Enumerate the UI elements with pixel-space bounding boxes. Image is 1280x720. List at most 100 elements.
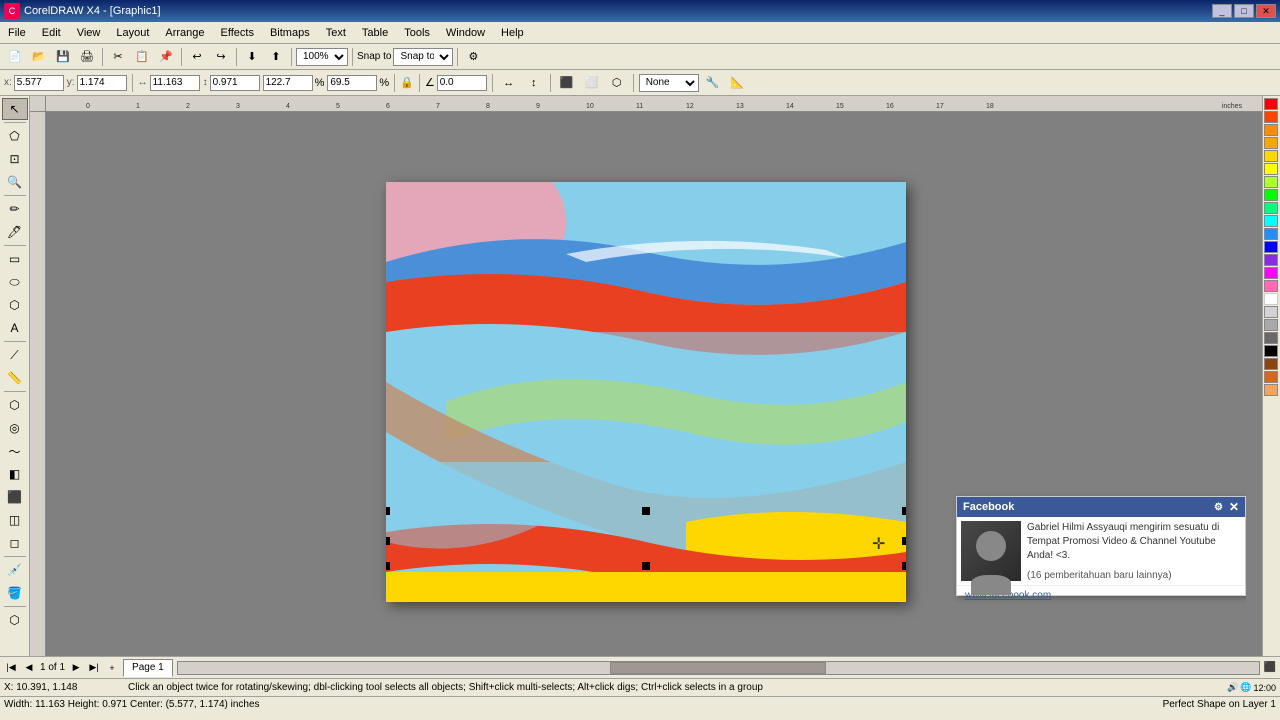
canvas-surface[interactable]: ✛ Facebook ⚙ ✕ bbox=[46, 112, 1246, 656]
palette-color-pink[interactable] bbox=[1264, 280, 1278, 292]
palette-color-saddlebrown[interactable] bbox=[1264, 358, 1278, 370]
copy-button[interactable]: 📋 bbox=[131, 47, 153, 67]
envelope-tool[interactable]: ⬛ bbox=[2, 486, 28, 508]
undo-button[interactable]: ↩ bbox=[186, 47, 208, 67]
extra-btn1[interactable]: 🔧 bbox=[702, 73, 724, 93]
palette-color-dodgerblue[interactable] bbox=[1264, 228, 1278, 240]
ellipse-tool[interactable]: ⬭ bbox=[2, 271, 28, 293]
handle-tl[interactable] bbox=[386, 507, 390, 515]
palette-color-springgreen[interactable] bbox=[1264, 202, 1278, 214]
none-select[interactable]: None bbox=[639, 74, 699, 92]
paste-button[interactable]: 📌 bbox=[155, 47, 177, 67]
menu-table[interactable]: Table bbox=[354, 25, 396, 41]
palette-color-chocolate[interactable] bbox=[1264, 371, 1278, 383]
measure-tool[interactable]: 📏 bbox=[2, 367, 28, 389]
menu-file[interactable]: File bbox=[0, 25, 34, 41]
palette-color-gray[interactable] bbox=[1264, 319, 1278, 331]
menu-arrange[interactable]: Arrange bbox=[157, 25, 212, 41]
distort-tool[interactable]: 〜 bbox=[2, 440, 28, 462]
menu-edit[interactable]: Edit bbox=[34, 25, 69, 41]
palette-color-blue[interactable] bbox=[1264, 241, 1278, 253]
palette-color-orange[interactable] bbox=[1264, 124, 1278, 136]
contour-tool[interactable]: ◎ bbox=[2, 417, 28, 439]
connector-tool[interactable]: ⟋ bbox=[2, 344, 28, 366]
palette-color-tan[interactable] bbox=[1264, 384, 1278, 396]
palette-color-lightorange[interactable] bbox=[1264, 137, 1278, 149]
menu-window[interactable]: Window bbox=[438, 25, 493, 41]
menu-bitmaps[interactable]: Bitmaps bbox=[262, 25, 318, 41]
crop-tool[interactable]: ⊡ bbox=[2, 148, 28, 170]
page-tab-1[interactable]: Page 1 bbox=[123, 659, 173, 677]
handle-br[interactable] bbox=[902, 562, 906, 570]
blend-tool[interactable]: ⬡ bbox=[2, 394, 28, 416]
palette-color-green[interactable] bbox=[1264, 189, 1278, 201]
export-button[interactable]: ⬆ bbox=[265, 47, 287, 67]
transform-button[interactable]: ⬡ bbox=[606, 73, 628, 93]
palette-color-cyan[interactable] bbox=[1264, 215, 1278, 227]
handle-bl[interactable] bbox=[386, 562, 390, 570]
palette-color-gold[interactable] bbox=[1264, 150, 1278, 162]
minimize-button[interactable]: _ bbox=[1212, 4, 1232, 18]
redo-button[interactable]: ↪ bbox=[210, 47, 232, 67]
freehand-tool[interactable]: ✏ bbox=[2, 198, 28, 220]
shape-tool[interactable]: ⬠ bbox=[2, 125, 28, 147]
add-page-button[interactable]: + bbox=[105, 661, 119, 675]
extra-btn2[interactable]: 📐 bbox=[727, 73, 749, 93]
maximize-button[interactable]: □ bbox=[1234, 4, 1254, 18]
cut-button[interactable]: ✂ bbox=[107, 47, 129, 67]
zoom-select[interactable]: 100% 75% 50% 200% bbox=[296, 48, 348, 66]
next-page-button[interactable]: ▶ bbox=[69, 661, 83, 675]
handle-tr[interactable] bbox=[902, 507, 906, 515]
palette-color-red[interactable] bbox=[1264, 98, 1278, 110]
w-percent-input[interactable] bbox=[263, 75, 313, 91]
palette-color-lightgray[interactable] bbox=[1264, 306, 1278, 318]
open-button[interactable]: 📂 bbox=[28, 47, 50, 67]
mirror-v-button[interactable]: ↕ bbox=[523, 73, 545, 93]
handle-tc[interactable] bbox=[642, 507, 650, 515]
palette-color-orangered[interactable] bbox=[1264, 111, 1278, 123]
x-input[interactable] bbox=[14, 75, 64, 91]
fill-tool[interactable]: 🪣 bbox=[2, 582, 28, 604]
distribute-button[interactable]: ⬜ bbox=[581, 73, 603, 93]
smartdraw-tool[interactable]: 🖊 bbox=[2, 221, 28, 243]
menu-text[interactable]: Text bbox=[318, 25, 354, 41]
menu-effects[interactable]: Effects bbox=[213, 25, 262, 41]
options-button[interactable]: ⚙ bbox=[462, 47, 484, 67]
rectangle-tool[interactable]: ▭ bbox=[2, 248, 28, 270]
h-percent-input[interactable] bbox=[327, 75, 377, 91]
last-page-button[interactable]: ▶| bbox=[87, 661, 101, 675]
save-button[interactable]: 💾 bbox=[52, 47, 74, 67]
horizontal-scrollbar[interactable] bbox=[177, 661, 1260, 675]
prev-page-button[interactable]: ◀ bbox=[22, 661, 36, 675]
menu-view[interactable]: View bbox=[69, 25, 109, 41]
close-button[interactable]: ✕ bbox=[1256, 4, 1276, 18]
palette-color-purple[interactable] bbox=[1264, 254, 1278, 266]
import-button[interactable]: ⬇ bbox=[241, 47, 263, 67]
palette-color-white[interactable] bbox=[1264, 293, 1278, 305]
zoom-tool[interactable]: 🔍 bbox=[2, 171, 28, 193]
menu-layout[interactable]: Layout bbox=[108, 25, 157, 41]
y-input[interactable] bbox=[77, 75, 127, 91]
height-input[interactable] bbox=[210, 75, 260, 91]
width-input[interactable] bbox=[150, 75, 200, 91]
text-tool[interactable]: A bbox=[2, 317, 28, 339]
handle-mr[interactable] bbox=[902, 537, 906, 545]
snap-to-select[interactable]: Snap to bbox=[393, 48, 453, 66]
print-button[interactable]: 🖨 bbox=[76, 47, 98, 67]
menu-help[interactable]: Help bbox=[493, 25, 532, 41]
extrude-tool[interactable]: ◫ bbox=[2, 509, 28, 531]
angle-input[interactable] bbox=[437, 75, 487, 91]
shadow-tool[interactable]: ◧ bbox=[2, 463, 28, 485]
palette-color-darkgray[interactable] bbox=[1264, 332, 1278, 344]
transparency-tool[interactable]: ◻ bbox=[2, 532, 28, 554]
menu-tools[interactable]: Tools bbox=[396, 25, 438, 41]
new-button[interactable]: 📄 bbox=[4, 47, 26, 67]
palette-color-magenta[interactable] bbox=[1264, 267, 1278, 279]
handle-ml[interactable] bbox=[386, 537, 390, 545]
polygon-tool[interactable]: ⬡ bbox=[2, 294, 28, 316]
first-page-button[interactable]: |◀ bbox=[4, 661, 18, 675]
canvas-area[interactable]: 0 1 2 3 4 5 6 7 8 9 10 11 12 13 14 15 16… bbox=[30, 96, 1262, 656]
palette-color-black[interactable] bbox=[1264, 345, 1278, 357]
handle-bc[interactable] bbox=[642, 562, 650, 570]
select-tool[interactable]: ↖ bbox=[2, 98, 28, 120]
